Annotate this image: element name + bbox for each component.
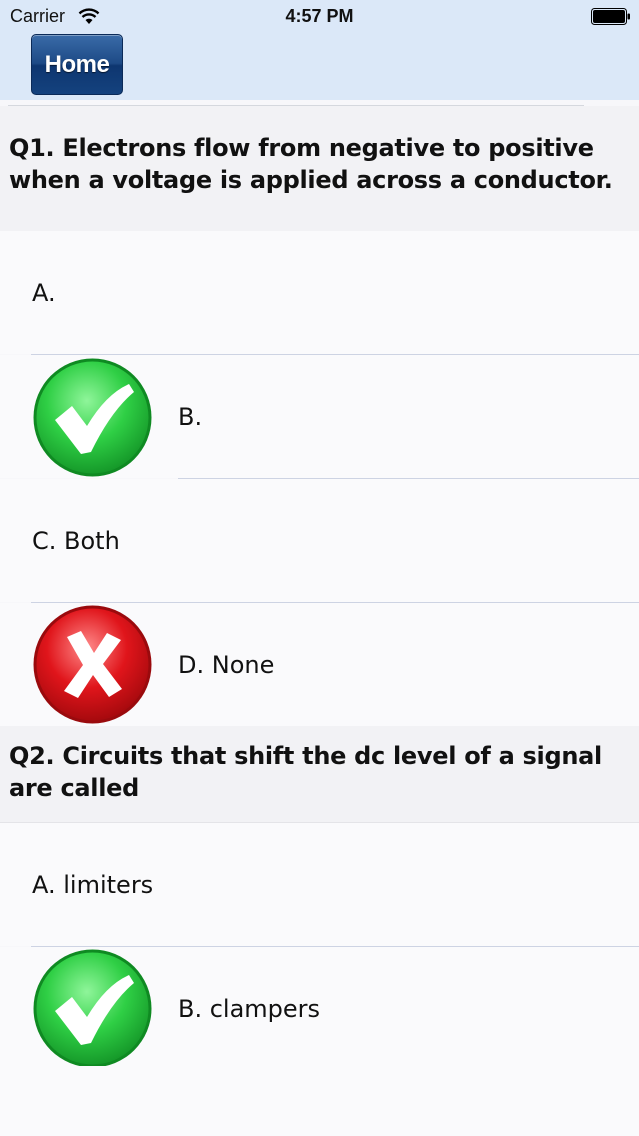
cross-icon [33,605,152,724]
question-text: Q2. Circuits that shift the dc level of … [9,742,602,802]
answer-option[interactable]: D. None [0,603,639,726]
home-button[interactable]: Home [31,34,123,95]
option-label: D. None [178,650,275,679]
check-icon [33,949,152,1068]
option-label: C. Both [32,526,120,555]
option-label: B. [178,402,203,431]
question-text: Q1. Electrons flow from negative to posi… [9,134,613,194]
option-label: A. limiters [32,870,154,899]
status-time: 4:57 PM [285,6,354,26]
navigation-bar: Home [0,34,639,100]
answer-option[interactable]: C. Both [0,479,639,602]
option-label: B. clampers [178,994,321,1023]
answer-option[interactable]: A. limiters [0,823,639,946]
battery-full-icon [591,8,630,25]
list-bottom [0,1066,639,1136]
answer-option[interactable]: B. clampers [0,947,639,1070]
answer-option[interactable]: A. [0,231,639,354]
question-header: Q2. Circuits that shift the dc level of … [0,726,639,822]
answer-option[interactable]: B. [0,355,639,478]
status-bar: Carrier 4:57 PM [0,0,639,34]
option-label: A. [32,278,56,307]
check-icon [33,358,152,477]
question-header: Q1. Electrons flow from negative to posi… [0,106,639,231]
